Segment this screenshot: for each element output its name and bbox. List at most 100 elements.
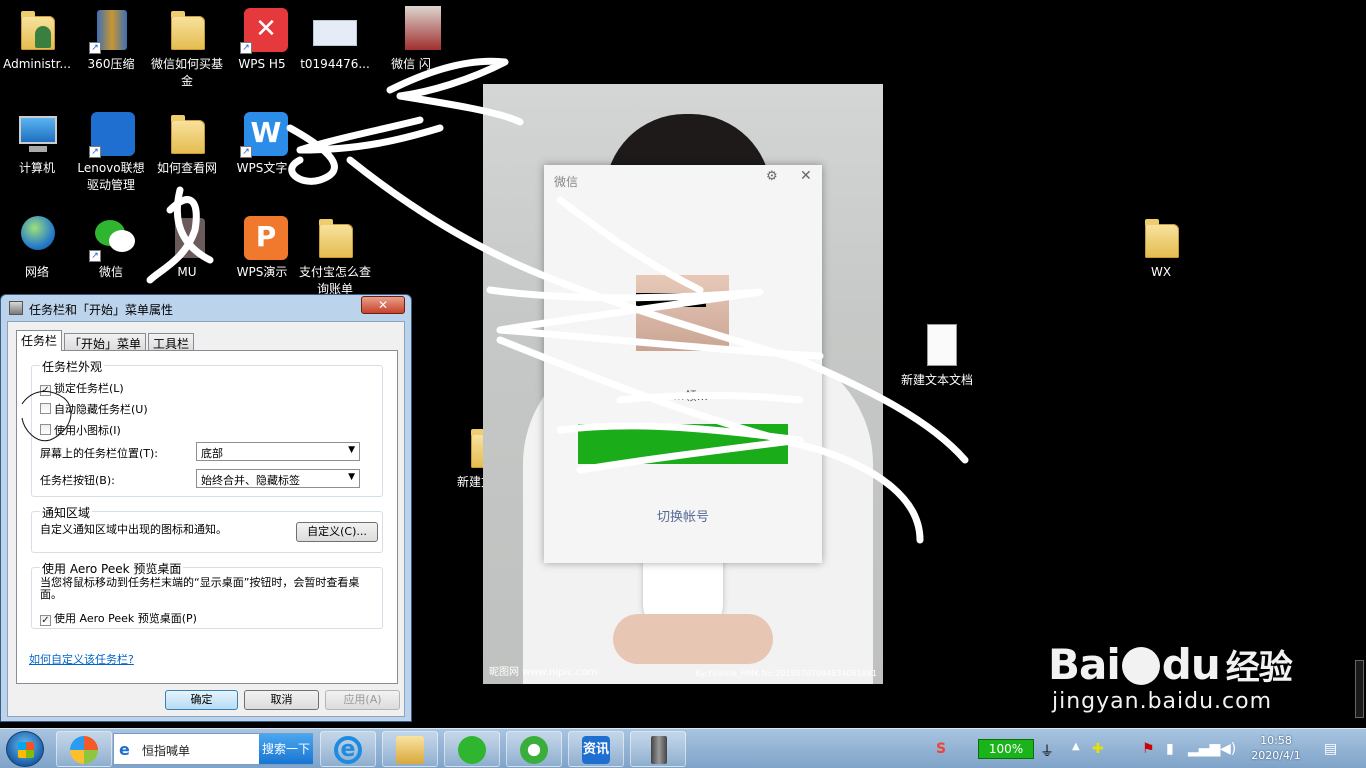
wechat-login-window: 微信 ⚙ ✕ ... ...领... 切换帐号: [544, 165, 822, 563]
aero-description: 当您将鼠标移动到任务栏末端的“显示桌面”按钮时，会暂时查看桌面。: [40, 576, 360, 601]
lock-taskbar-checkbox[interactable]: ✓ 锁定任务栏(L): [40, 380, 124, 396]
search-input[interactable]: 恒指喊单: [142, 742, 190, 759]
desktop-icon-label: 微信: [98, 265, 123, 279]
position-select[interactable]: 底部 ▼: [196, 442, 360, 461]
windows-logo-icon: [18, 742, 34, 758]
help-link[interactable]: 如何自定义该任务栏?: [29, 651, 134, 667]
apply-button[interactable]: 应用(A): [325, 690, 400, 710]
app-icon: [163, 214, 211, 262]
desktop-icon-wx[interactable]: WX: [1124, 214, 1198, 281]
checkbox-checked[interactable]: ✓: [40, 385, 51, 396]
start-button[interactable]: [6, 731, 44, 767]
desktop-icon-label: 如何查看网: [156, 161, 217, 175]
device-icon[interactable]: ▮: [1166, 741, 1174, 757]
wps-h5-icon: ✕ ↗: [238, 6, 288, 54]
dialog-body: 任务栏 「开始」菜单 工具栏 任务栏外观 ✓ 锁定任务栏(L) 自动隐藏任务栏(U…: [7, 321, 405, 717]
battery-indicator[interactable]: 100%: [978, 739, 1034, 759]
desktop-icon-image1[interactable]: t0194476...: [298, 6, 372, 73]
power-plug-icon[interactable]: ⏚: [1040, 741, 1054, 761]
chevron-up-icon[interactable]: ▲: [1072, 741, 1080, 752]
desktop-icon-wps-presentation[interactable]: P WPS演示: [225, 214, 299, 281]
scrollbar[interactable]: [1355, 660, 1364, 718]
desktop-icon-wechat-fund[interactable]: 微信如何买基金: [150, 6, 224, 90]
desktop-icon-how-to-view[interactable]: 如何查看网: [150, 110, 224, 177]
taskbar-app-360[interactable]: [56, 731, 112, 767]
avatar: [636, 275, 729, 351]
desktop-icon-image2[interactable]: 微信 闪: [374, 6, 448, 73]
lenovo-driver-icon: ↗: [87, 110, 135, 158]
desktop-icon-wps-writer[interactable]: W ↗ WPS文字: [225, 110, 299, 177]
tab-start-menu[interactable]: 「开始」菜单: [64, 333, 147, 351]
ok-button[interactable]: 确定: [165, 690, 238, 710]
taskbar-explorer[interactable]: [382, 731, 438, 767]
gear-icon[interactable]: ⚙: [766, 169, 778, 184]
folder-icon: [163, 110, 211, 158]
sogou-ime-icon[interactable]: S: [936, 741, 946, 757]
desktop-icon-wps-h5[interactable]: ✕ ↗ WPS H5: [225, 6, 299, 73]
aero-peek-checkbox[interactable]: ✓ 使用 Aero Peek 预览桌面(P): [40, 610, 197, 626]
taskbar-news[interactable]: 资讯: [568, 731, 624, 767]
action-center-icon[interactable]: ▤: [1324, 741, 1337, 757]
group-appearance: 任务栏外观 ✓ 锁定任务栏(L) 自动隐藏任务栏(U) 使用小图标(I) 屏幕上的…: [31, 358, 383, 497]
app-360-icon: [70, 736, 98, 764]
desktop-icon-label: WPS文字: [236, 161, 288, 175]
desktop-icon-mu[interactable]: MU: [150, 214, 224, 281]
desktop-icon-computer[interactable]: 计算机: [0, 110, 74, 177]
tab-toolbars[interactable]: 工具栏: [148, 333, 195, 351]
photo-watermark-left: 昵图网 www.nipic.com: [489, 667, 598, 678]
customize-button[interactable]: 自定义(C)...: [296, 522, 378, 542]
photo-hands: [613, 614, 773, 664]
zip-archive-icon: ↗: [87, 6, 135, 54]
folder-icon: [163, 6, 211, 54]
desktop-icon-label: 新建文本文档: [900, 373, 973, 387]
photo-watermark-right: By:Yvonne_HMK No:20150707094834081881: [695, 669, 877, 678]
image-file-icon: [311, 6, 359, 54]
checkbox-checked[interactable]: ✓: [40, 615, 51, 626]
desktop-icon-new-text-doc[interactable]: 新建文本文档: [900, 322, 974, 389]
search-button[interactable]: 搜索一下: [259, 734, 313, 764]
checkbox-unchecked[interactable]: [40, 403, 51, 414]
taskbar-server[interactable]: [630, 731, 686, 767]
dialog-titlebar[interactable]: 任务栏和「开始」菜单属性 ✕: [1, 295, 411, 321]
image-file-icon: [387, 6, 441, 54]
cancel-button[interactable]: 取消: [244, 690, 319, 710]
position-label: 屏幕上的任务栏位置(T):: [40, 447, 159, 460]
shield-plus-icon[interactable]: ✚: [1092, 741, 1104, 757]
desktop-icon-administrator[interactable]: Administr...: [0, 6, 74, 73]
taskbar-wechat[interactable]: [444, 731, 500, 767]
wechat-user-name: ... ...领...: [657, 389, 709, 403]
system-tray: S 100% ⏚ ▲ ✚ ⚑ ▮ ▂▄▆ ◀) 10:58 2020/4/1 ▤: [930, 729, 1366, 768]
clock-time: 10:58: [1260, 734, 1292, 747]
taskbar-properties-dialog: 任务栏和「开始」菜单属性 ✕ 任务栏 「开始」菜单 工具栏 任务栏外观 ✓ 锁定任…: [0, 294, 412, 722]
search-box[interactable]: e 恒指喊单 搜索一下: [113, 733, 313, 765]
network-signal-icon[interactable]: ▂▄▆: [1188, 741, 1220, 757]
tab-panel-taskbar: 任务栏外观 ✓ 锁定任务栏(L) 自动隐藏任务栏(U) 使用小图标(I) 屏幕上的…: [16, 350, 398, 684]
close-icon[interactable]: ✕: [800, 168, 812, 184]
desktop-icon-lenovo[interactable]: ↗ Lenovo联想驱动管理: [74, 110, 148, 194]
baidu-watermark: Bai du 经验 jingyan.baidu.com: [1048, 640, 1293, 714]
flag-warning-icon[interactable]: ⚑: [1142, 741, 1155, 757]
clock[interactable]: 10:58 2020/4/1: [1246, 733, 1306, 763]
close-button[interactable]: ✕: [361, 296, 405, 314]
buttons-select[interactable]: 始终合并、隐藏标签 ▼: [196, 469, 360, 488]
taskbar-ie[interactable]: e: [320, 731, 376, 767]
chevron-down-icon: ▼: [348, 445, 355, 455]
checkbox-unchecked[interactable]: [40, 424, 51, 435]
wps-presentation-icon: P: [238, 214, 288, 262]
tab-taskbar[interactable]: 任务栏: [16, 330, 63, 351]
taskbar-360browser[interactable]: [506, 731, 562, 767]
desktop-icon-label: 支付宝怎么查询账单: [298, 265, 371, 296]
desktop-icon-wechat[interactable]: ↗ 微信: [74, 214, 148, 281]
desktop-icon-label: 微信如何买基金: [150, 57, 223, 88]
desktop-icon-label: 360压缩: [87, 57, 135, 71]
ie-icon: e: [334, 736, 362, 764]
small-icons-checkbox[interactable]: 使用小图标(I): [40, 422, 121, 438]
chevron-down-icon: ▼: [348, 472, 355, 482]
desktop-icon-alipay-bill[interactable]: 支付宝怎么查询账单: [298, 214, 372, 298]
switch-account-link[interactable]: 切换帐号: [544, 506, 822, 525]
desktop-icon-network[interactable]: 网络: [0, 214, 74, 281]
autohide-checkbox[interactable]: 自动隐藏任务栏(U): [40, 401, 148, 417]
login-button[interactable]: [578, 424, 788, 464]
desktop-icon-360zip[interactable]: ↗ 360压缩: [74, 6, 148, 73]
volume-icon[interactable]: ◀): [1220, 741, 1236, 757]
